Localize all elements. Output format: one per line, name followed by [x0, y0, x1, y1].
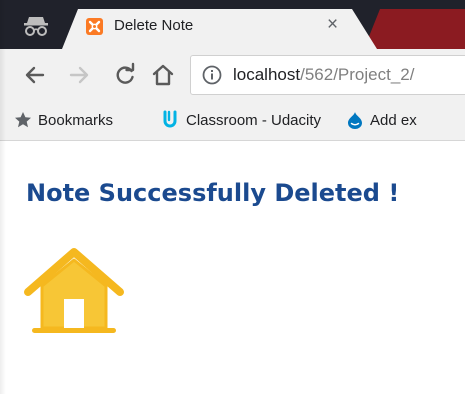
- reload-icon[interactable]: [112, 62, 138, 88]
- browser-window: Delete Note × localhost/562/Project_2/ B…: [0, 0, 465, 394]
- bookmark-add-ex[interactable]: Add ex: [346, 100, 417, 140]
- address-bar[interactable]: localhost/562/Project_2/: [190, 55, 465, 95]
- bookmarks-bar: Bookmarks Classroom - Udacity Add ex: [0, 100, 465, 141]
- back-arrow-icon[interactable]: [22, 62, 48, 88]
- url-host: localhost: [233, 65, 301, 84]
- home-link[interactable]: [24, 248, 124, 338]
- page-content: Note Successfully Deleted !: [0, 141, 465, 394]
- tab-title: Delete Note: [114, 17, 194, 34]
- udacity-icon: [163, 110, 177, 128]
- drupal-icon: [348, 112, 362, 129]
- home-icon[interactable]: [150, 62, 176, 88]
- browser-toolbar: localhost/562/Project_2/: [0, 49, 465, 100]
- incognito-icon: [22, 14, 50, 38]
- bookmark-bookmarks[interactable]: Bookmarks: [14, 100, 113, 140]
- url-text[interactable]: localhost/562/Project_2/: [233, 65, 414, 85]
- tab-close-icon[interactable]: ×: [327, 14, 338, 36]
- star-icon: [15, 112, 31, 128]
- info-icon[interactable]: [202, 65, 222, 85]
- bookmark-label: Bookmarks: [38, 111, 114, 129]
- bookmark-label: Add ex: [370, 111, 417, 129]
- xampp-favicon-icon: [86, 18, 103, 35]
- page-title: Note Successfully Deleted !: [26, 179, 400, 207]
- forward-arrow-icon[interactable]: [66, 62, 92, 88]
- tab-strip: Delete Note ×: [0, 0, 465, 49]
- bookmark-classroom-udacity[interactable]: Classroom - Udacity: [160, 100, 321, 140]
- bookmark-label: Classroom - Udacity: [186, 111, 322, 129]
- home-icon: [24, 248, 124, 333]
- url-path: /562/Project_2/: [300, 65, 415, 84]
- background-tab[interactable]: [364, 9, 465, 49]
